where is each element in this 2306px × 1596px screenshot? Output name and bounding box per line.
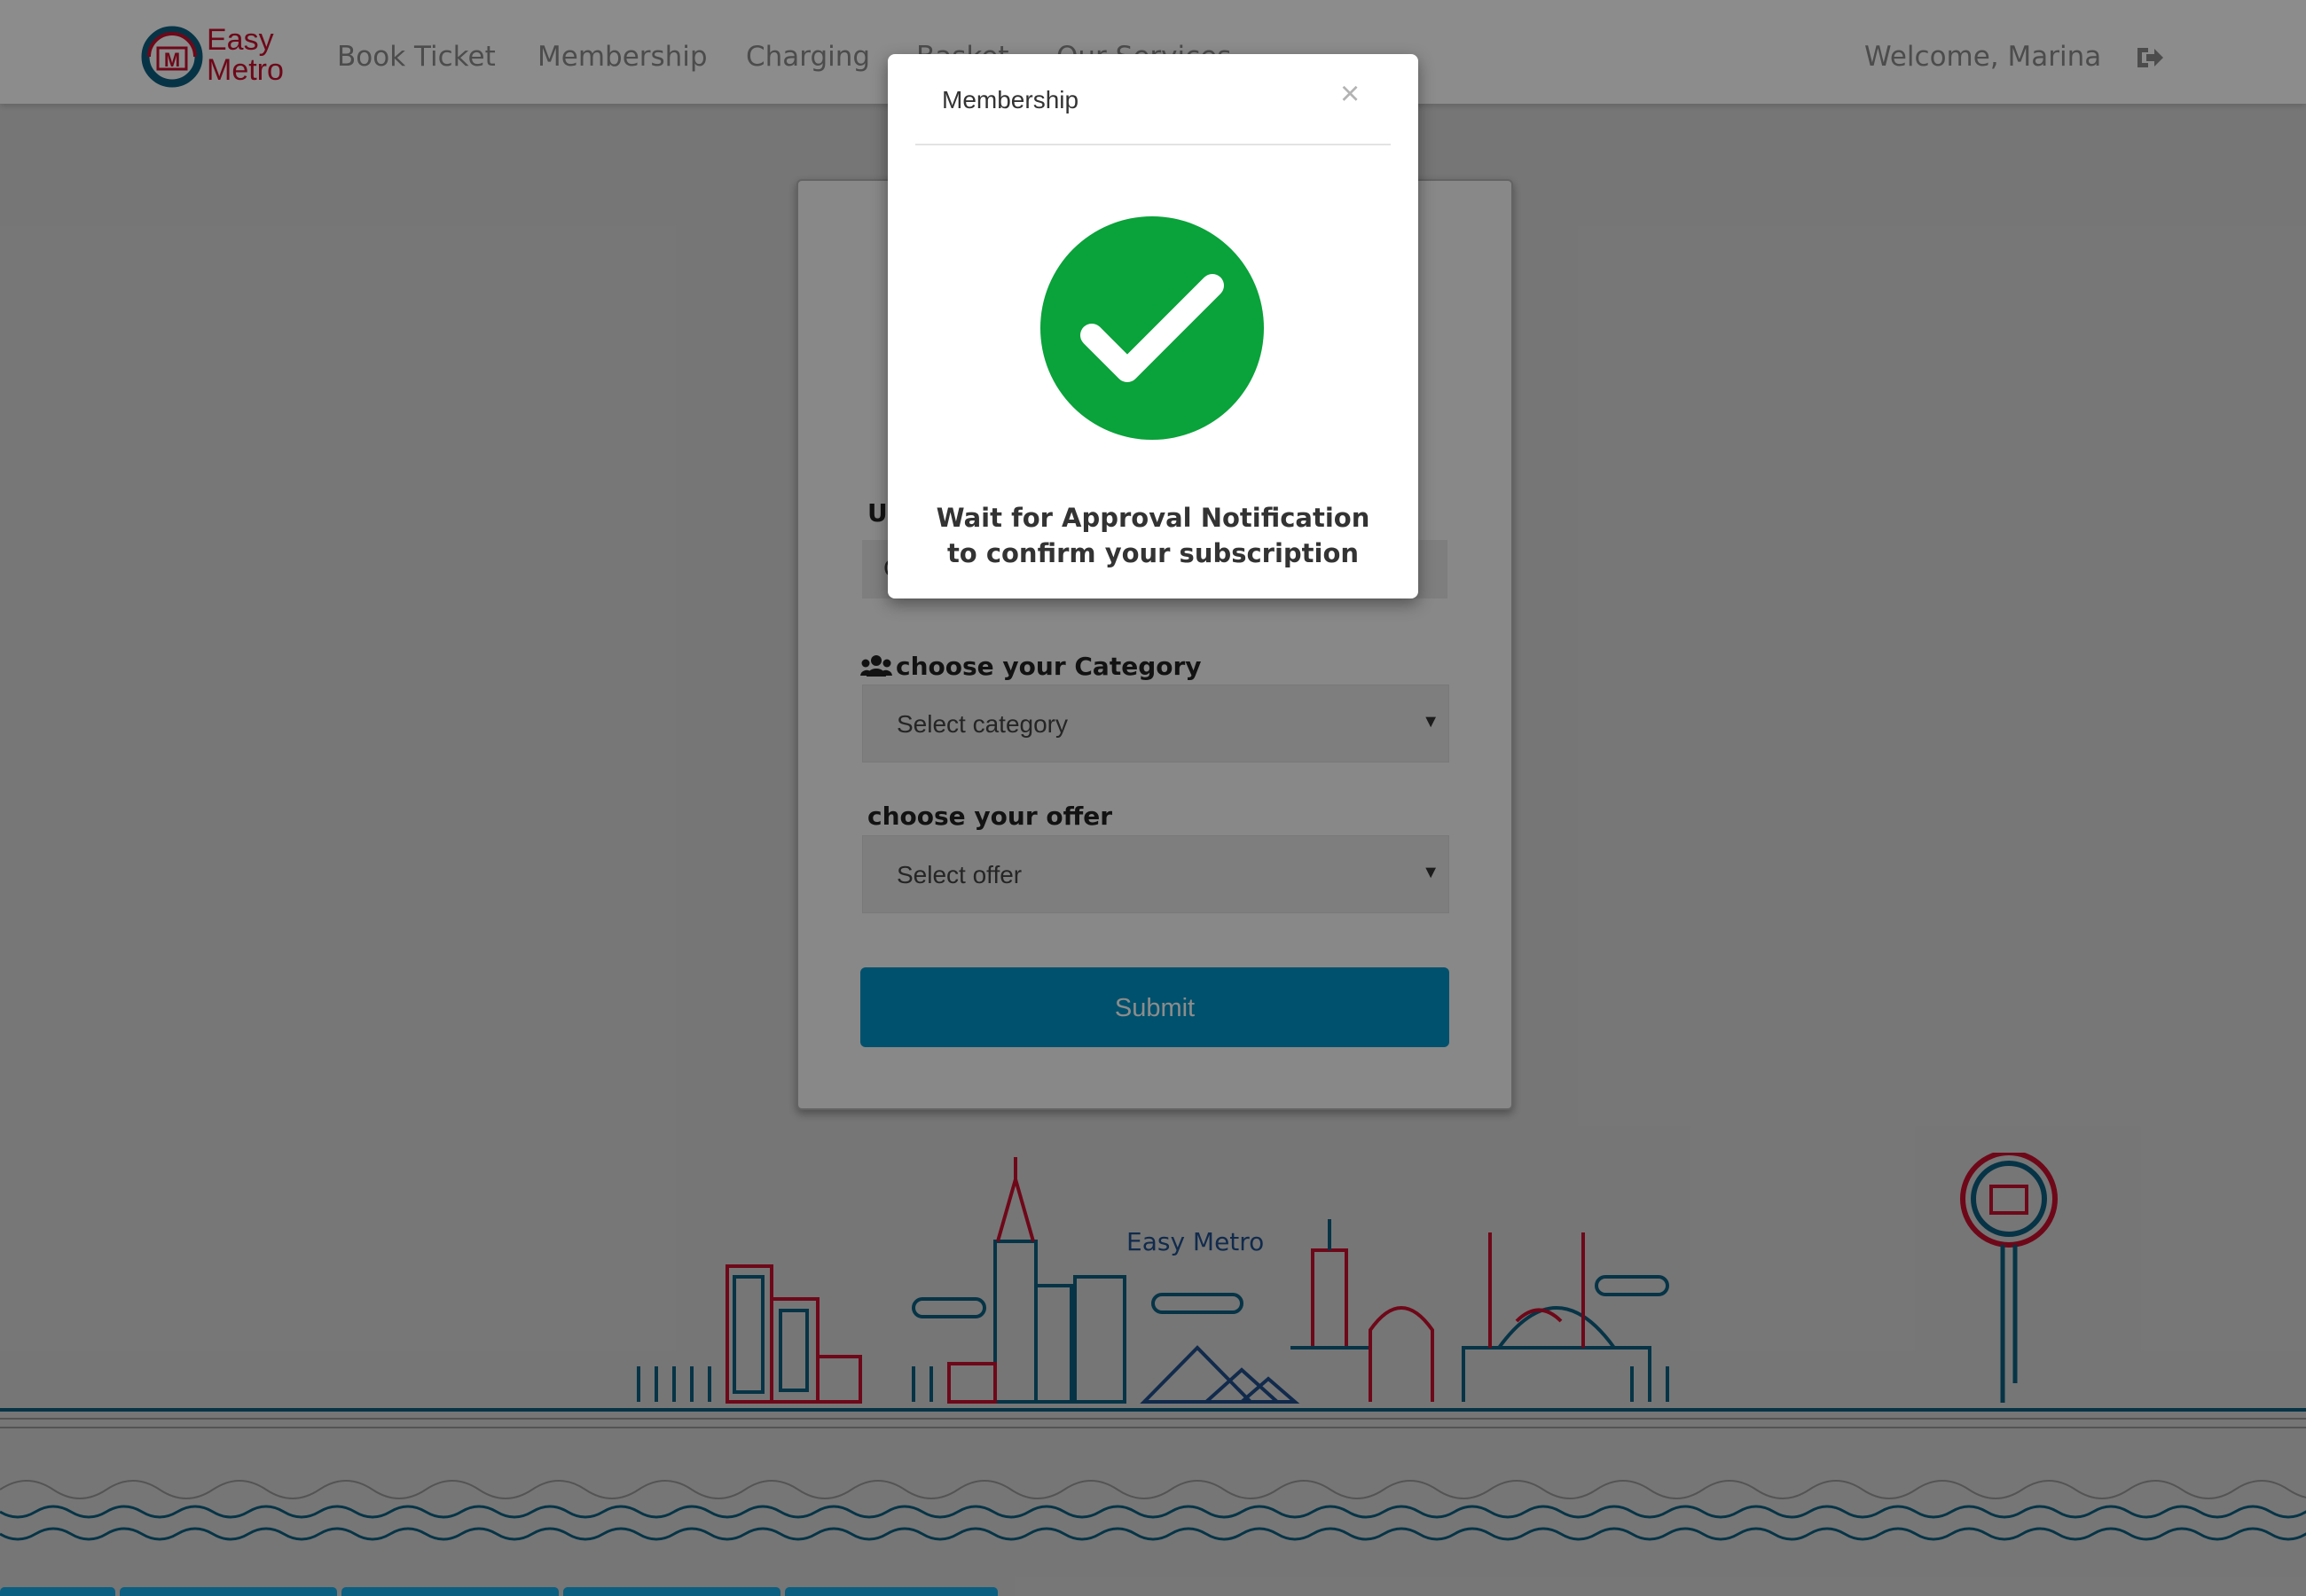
modal-divider	[915, 144, 1391, 145]
bottom-tab[interactable]	[341, 1587, 559, 1596]
close-icon[interactable]: ×	[1340, 75, 1360, 113]
membership-modal: Membership × Wait for Approval Notificat…	[888, 54, 1418, 598]
bottom-tab[interactable]	[0, 1587, 115, 1596]
bottom-tab[interactable]	[120, 1587, 337, 1596]
bottom-tab[interactable]	[785, 1587, 998, 1596]
bottom-tab[interactable]	[563, 1587, 780, 1596]
check-circle-icon	[1040, 216, 1264, 440]
modal-title: Membership	[942, 86, 1079, 113]
bottom-tab-strip	[0, 1587, 1002, 1596]
modal-message: Wait for Approval Notification to confir…	[936, 503, 1370, 568]
